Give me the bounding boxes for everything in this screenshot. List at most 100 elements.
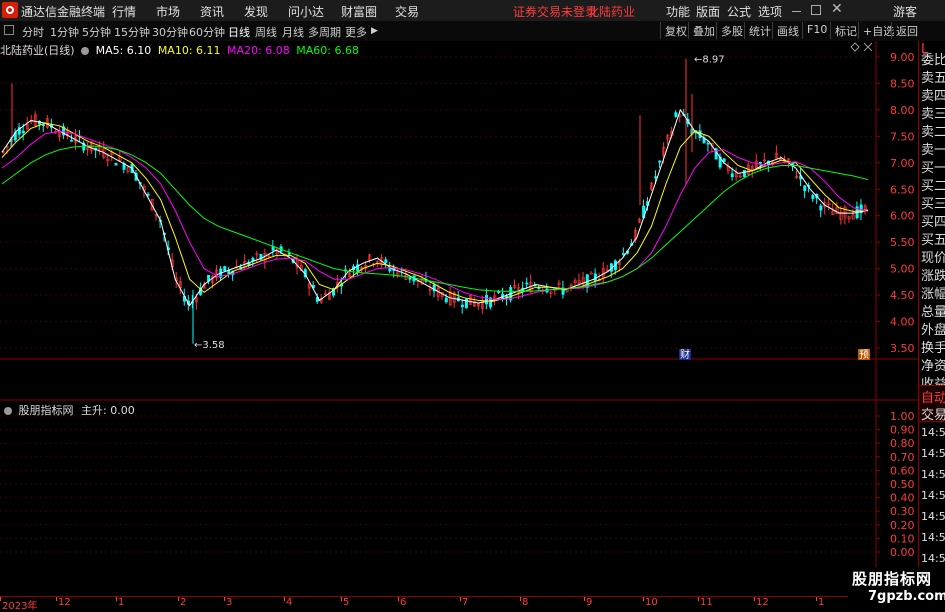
low-price-label: ←3.58 (194, 340, 225, 351)
quote-field-label: 买一 (921, 161, 945, 176)
stock-name-title: 北陆药业 (587, 5, 636, 19)
trade-label[interactable]: 交易 (921, 404, 945, 423)
menu-gongshi[interactable]: 公式 (727, 3, 751, 20)
date-tick-label: 5 (343, 597, 350, 608)
candle-body (525, 282, 529, 285)
tick-time: 14:56 (921, 447, 945, 460)
quote-field-label: 卖一 (921, 143, 945, 158)
candle-body (593, 273, 597, 281)
menu-zixun[interactable]: 资讯 (200, 3, 224, 20)
period-30min[interactable]: 30分钟 (152, 24, 188, 40)
btn-f10[interactable]: F10 (802, 22, 831, 39)
date-tick-label: 4 (286, 597, 293, 608)
date-tick-label: 2 (180, 597, 187, 608)
indicator-y-axis: 1.000.900.800.700.600.500.400.300.200.10… (890, 410, 915, 559)
app-title: 通达信金融终端 (21, 5, 106, 19)
candle-body (287, 252, 291, 255)
menu-jiaoyi[interactable]: 交易 (395, 3, 419, 20)
settings-dot-icon[interactable] (81, 47, 90, 55)
candle-body (730, 173, 734, 178)
btn-back[interactable]: 返回 (891, 22, 922, 39)
maximize-icon[interactable] (811, 5, 821, 15)
period-fenshi[interactable]: 分时 (22, 24, 44, 40)
ma5-value: MA5: 6.10 (95, 44, 152, 57)
btn-duogu[interactable]: 多股 (716, 22, 747, 39)
candle-body (497, 291, 501, 293)
close-icon[interactable]: ✕ (831, 1, 843, 17)
indicator-dot-icon[interactable] (4, 407, 12, 415)
menu-shichang[interactable]: 市场 (156, 3, 180, 20)
period-multi[interactable]: 多周期 (308, 24, 341, 40)
date-tick-mark (754, 597, 755, 601)
price-tick-label: 8.00 (890, 104, 915, 117)
quote-field-label: 换手 (921, 341, 945, 356)
quote-field-label: 现价 (921, 251, 945, 266)
user-label[interactable]: 游客 (893, 3, 917, 20)
period-1min[interactable]: 1分钟 (50, 24, 79, 40)
menu-faxian[interactable]: 发现 (244, 3, 268, 20)
date-tick-mark (56, 597, 57, 601)
price-tick-label: 8.50 (890, 77, 915, 90)
candle-body (622, 253, 626, 255)
tick-time: 14:56 (921, 468, 945, 481)
period-weekly[interactable]: 周线 (255, 24, 277, 40)
indicator-tick-label: 0.40 (890, 492, 915, 505)
quote-field-label: 买三 (921, 197, 945, 212)
menu-banmian[interactable]: 版面 (696, 3, 720, 20)
candle-body (758, 162, 762, 164)
btn-biaoji[interactable]: 标记 (830, 22, 861, 39)
quote-side-panel: L 委比卖五卖四卖三卖二卖一买一买二买三买四买五现价涨跌涨幅总量外盘换手净资收益… (918, 41, 945, 596)
price-tick-label: 7.00 (890, 157, 915, 170)
kline-chart[interactable]: 9.00 8.50 8.00 7.50 7.00 6.50 6.00 5.50 5.00 4.50… (0, 41, 918, 596)
indicator-title[interactable]: 股朋指标网 (19, 404, 74, 417)
chevron-right-icon[interactable]: ▶ (371, 26, 378, 36)
candle-body (41, 124, 45, 126)
tick-time: 14:56 (921, 552, 945, 565)
candle-body (408, 277, 412, 280)
menu-xuanxiang[interactable]: 选项 (758, 3, 782, 20)
candle-body (706, 142, 710, 145)
candle-body (654, 176, 658, 179)
date-tick-label: 12 (58, 597, 71, 608)
indicator-tick-label: 0.70 (890, 451, 915, 464)
candle-body (70, 139, 74, 142)
period-more[interactable]: 更多 (345, 24, 367, 40)
candle-body (114, 163, 118, 166)
candle-body (819, 205, 823, 211)
minimize-icon[interactable] (792, 11, 801, 12)
period-60min[interactable]: 60分钟 (189, 24, 225, 40)
menu-gongneng[interactable]: 功能 (666, 3, 690, 20)
menu-caifuquan[interactable]: 财富圈 (341, 3, 377, 20)
price-tick-label: 5.00 (890, 263, 915, 276)
candle-body (485, 295, 489, 305)
panel-toggle-icon[interactable] (4, 25, 14, 35)
period-5min[interactable]: 5分钟 (82, 24, 111, 40)
period-toolbar: 分时 1分钟 5分钟 15分钟 30分钟 60分钟 日线 周线 月线 多周期 更… (0, 21, 945, 42)
indicator-tick-label: 0.50 (890, 478, 915, 491)
period-15min[interactable]: 15分钟 (114, 24, 150, 40)
period-daily[interactable]: 日线 (228, 24, 250, 40)
menu-hangqing[interactable]: 行情 (112, 3, 136, 20)
btn-diejia[interactable]: 叠加 (688, 22, 719, 39)
quote-field-label: 买二 (921, 179, 945, 194)
tick-time: 14:56 (921, 531, 945, 544)
date-tick-mark (816, 597, 817, 601)
btn-tongji[interactable]: 统计 (744, 22, 775, 39)
date-axis: 2023年 12 1 2 3 4 5 6 7 8 9 10 11 12 1 (0, 596, 945, 612)
btn-fuquan[interactable]: 复权 (660, 22, 691, 39)
btn-huaxian[interactable]: 画线 (772, 22, 803, 39)
candle-body (658, 160, 662, 163)
period-monthly[interactable]: 月线 (282, 24, 304, 40)
tick-time: 14:56 (921, 426, 945, 439)
candle-body (21, 130, 25, 134)
ma20-value: MA20: 6.08 (227, 44, 290, 57)
menu-wenxiaoda[interactable]: 问小达 (288, 3, 324, 20)
date-tick-mark (460, 597, 461, 601)
candle-body (674, 112, 678, 117)
login-notice[interactable]: 证券交易未登录 (513, 3, 597, 20)
high-price-label: ←8.97 (694, 55, 725, 66)
app-logo-icon (2, 2, 18, 18)
tick-time: 14:56 (921, 510, 945, 523)
indicator-tick-label: 0.20 (890, 519, 915, 532)
auto-trade-box[interactable]: 自动 交易 (919, 385, 945, 423)
